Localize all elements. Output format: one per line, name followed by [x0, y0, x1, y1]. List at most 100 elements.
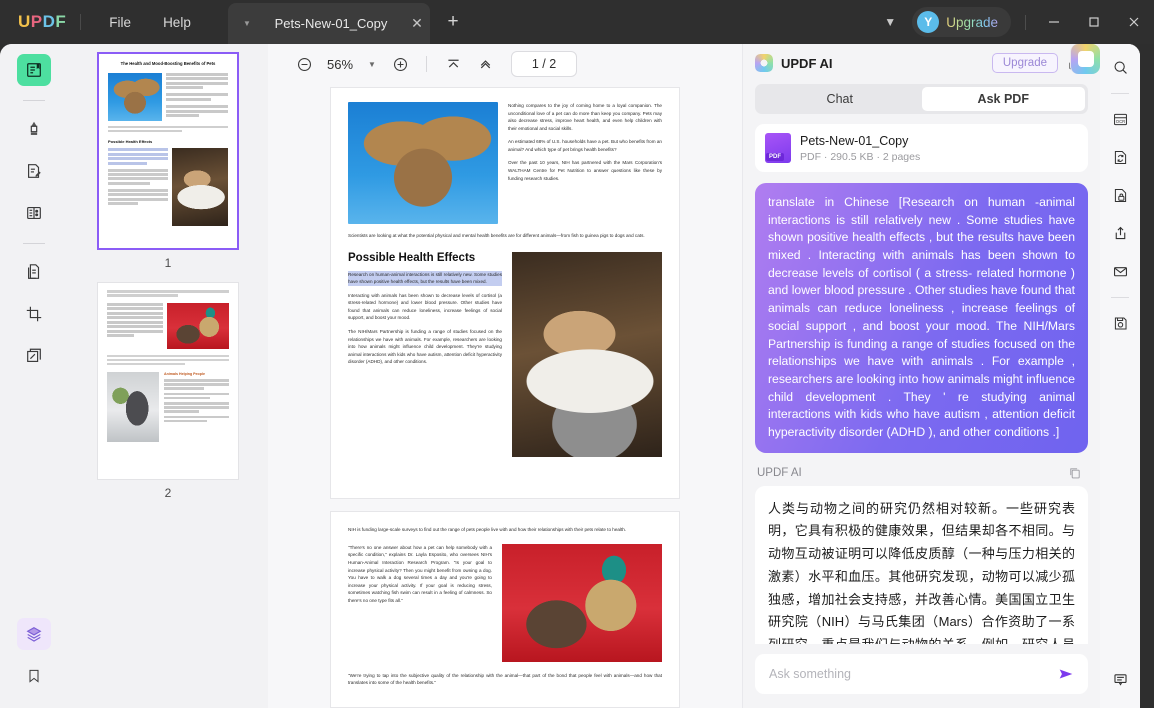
ai-upgrade-button[interactable]: Upgrade: [991, 53, 1058, 73]
thumbnail-item-1[interactable]: The Health and Mood-Boosting Benefits of…: [68, 52, 268, 282]
share-icon[interactable]: [1105, 218, 1135, 248]
sidebar-item-batch[interactable]: [17, 340, 51, 372]
ai-response-label: UPDF AI: [757, 466, 802, 479]
page-thumbnail[interactable]: Animals Helping People: [97, 282, 239, 480]
ai-assistant-glyph: [1077, 51, 1094, 67]
tab-close-icon[interactable]: ✕: [404, 15, 430, 32]
ask-bar[interactable]: [755, 654, 1088, 694]
convert-file-icon[interactable]: [1105, 142, 1135, 172]
ai-response-text: 人类与动物之间的研究仍然相对较新。一些研究表明，它具有积极的健康效果，但结果却各…: [755, 485, 1088, 644]
upgrade-button[interactable]: Y Upgrade: [912, 7, 1011, 37]
thumbnail-item-2[interactable]: Animals Helping People 2: [68, 282, 268, 512]
send-icon[interactable]: [1054, 665, 1078, 683]
page2-footer: "We're trying to tap into the subjective…: [348, 672, 662, 686]
rrail-divider-2: [1111, 297, 1129, 298]
page1-highlighted-text[interactable]: Research on human-animal interactions is…: [348, 270, 502, 286]
updf-logo: UPDF: [18, 12, 67, 31]
thumbnail-page-number: 1: [164, 256, 172, 270]
page1-body-1: Interacting with animals has been shown …: [348, 292, 502, 321]
ai-panel-header: UPDF AI Upgrade: [743, 44, 1100, 82]
dog-and-cat-cuddling-photo: [512, 251, 662, 457]
new-tab-plus-icon[interactable]: +: [440, 10, 466, 36]
page1-body-2: The NIH/Mars Partnership is funding a ra…: [348, 329, 502, 365]
zoom-in-icon[interactable]: [386, 50, 414, 78]
cat-blue-sky-photo: [348, 102, 498, 224]
minimize-button[interactable]: [1034, 0, 1074, 44]
page1-section-heading: Possible Health Effects: [348, 251, 476, 264]
copy-icon[interactable]: [1068, 466, 1086, 480]
page1-paragraph-3: Over the past 10 years, NIH has partnere…: [508, 160, 662, 181]
dogs-in-costume-photo: [502, 543, 662, 662]
rrail-divider-1: [1111, 93, 1129, 94]
menu-file[interactable]: File: [93, 9, 147, 36]
document-tab[interactable]: ▼ Pets-New-01_Copy ✕: [228, 3, 430, 44]
fit-page-icon[interactable]: [439, 50, 467, 78]
envelope-icon[interactable]: [1105, 256, 1135, 286]
page-thumbnail[interactable]: The Health and Mood-Boosting Benefits of…: [97, 52, 239, 250]
ai-assistant-icon[interactable]: [1070, 44, 1100, 74]
page1-paragraph-1: Nothing compares to the joy of coming ho…: [508, 103, 662, 131]
tab-title: Pets-New-01_Copy: [274, 16, 388, 31]
page1-top-row: Nothing compares to the joy of coming ho…: [348, 102, 662, 224]
sidebar-item-reader[interactable]: [17, 54, 51, 86]
attached-file-meta: PDF · 290.5 KB · 2 pages: [800, 150, 921, 163]
page2-intro: NIH is funding large-scale surveys to fi…: [348, 527, 627, 533]
zoom-out-icon[interactable]: [290, 50, 318, 78]
ai-panel-title: UPDF AI: [781, 55, 833, 71]
ai-conversation-body[interactable]: Pets-New-01_Copy PDF · 290.5 KB · 2 page…: [743, 114, 1100, 644]
zoom-level-value[interactable]: 56%: [322, 57, 358, 72]
updf-ai-panel: UPDF AI Upgrade Chat Ask PDF Pets-New-01…: [742, 44, 1100, 708]
main-surface: The Health and Mood-Boosting Benefits of…: [0, 44, 1140, 708]
titlebar-divider: [80, 14, 82, 30]
sidebar-item-highlight[interactable]: [17, 113, 51, 145]
chevron-down-icon[interactable]: ▼: [876, 15, 904, 29]
sidebar-item-bookmark[interactable]: [17, 660, 51, 692]
page2-row: "There's no one answer about how a pet c…: [348, 543, 662, 662]
tab-chat[interactable]: Chat: [758, 87, 922, 111]
title-bar: UPDF File Help ▼ Pets-New-01_Copy ✕ + ▼ …: [0, 0, 1154, 44]
page1-paragraph-2: An estimated 68% of U.S. households have…: [508, 139, 662, 152]
tab-caret-down-icon[interactable]: ▼: [236, 19, 258, 28]
avatar: Y: [917, 11, 940, 33]
pdf-page-1: Nothing compares to the joy of coming ho…: [330, 87, 680, 500]
ai-mode-tabs[interactable]: Chat Ask PDF: [755, 84, 1088, 114]
zoom-caret-down-icon[interactable]: ▼: [362, 60, 382, 69]
sidebar-item-page-copy[interactable]: [17, 256, 51, 288]
thumbnail-pane[interactable]: The Health and Mood-Boosting Benefits of…: [68, 44, 268, 708]
document-viewer[interactable]: Nothing compares to the joy of coming ho…: [268, 84, 742, 708]
close-window-button[interactable]: [1114, 0, 1154, 44]
svg-text:OCR: OCR: [1115, 118, 1124, 123]
comment-icon[interactable]: [1105, 664, 1135, 694]
save-disk-icon[interactable]: [1105, 308, 1135, 338]
tab-ask-pdf[interactable]: Ask PDF: [921, 87, 1085, 111]
attached-file-name: Pets-New-01_Copy: [800, 133, 909, 148]
sidebar-item-edit-pdf[interactable]: [17, 155, 51, 187]
titlebar-right-group: ▼ Y Upgrade: [876, 0, 1154, 44]
attached-file-card[interactable]: Pets-New-01_Copy PDF · 290.5 KB · 2 page…: [755, 124, 1088, 172]
page-indicator[interactable]: 1 / 2: [511, 51, 577, 77]
document-lock-icon[interactable]: [1105, 180, 1135, 210]
user-message-bubble: translate in Chinese [Research on human …: [755, 183, 1088, 453]
pdf-file-icon: [765, 133, 791, 163]
ai-input-area: [743, 644, 1100, 708]
rail-divider-2: [23, 243, 45, 244]
ai-response-header: UPDF AI: [755, 466, 1088, 480]
window-divider: [1025, 14, 1026, 30]
ocr-icon[interactable]: OCR: [1105, 104, 1135, 134]
page1-caption: Scientists are looking at what the poten…: [348, 233, 645, 238]
sidebar-item-organize-pages[interactable]: [17, 197, 51, 229]
maximize-button[interactable]: [1074, 0, 1114, 44]
scroll-to-top-icon[interactable]: [471, 50, 499, 78]
page1-bottom-row: Possible Health Effects Research on huma…: [348, 251, 662, 457]
right-tool-rail: OCR: [1070, 44, 1140, 708]
thumbnail-page-number: 2: [164, 486, 172, 500]
upgrade-label: Upgrade: [946, 14, 998, 30]
menu-help[interactable]: Help: [147, 9, 207, 36]
toolbar-divider: [426, 56, 427, 72]
ask-input[interactable]: [769, 667, 1054, 681]
pdf-page-2: NIH is funding large-scale surveys to fi…: [330, 511, 680, 708]
rail-divider-1: [23, 100, 45, 101]
sidebar-item-layers[interactable]: [17, 618, 51, 650]
sidebar-item-crop[interactable]: [17, 298, 51, 330]
search-icon[interactable]: [1105, 52, 1135, 82]
